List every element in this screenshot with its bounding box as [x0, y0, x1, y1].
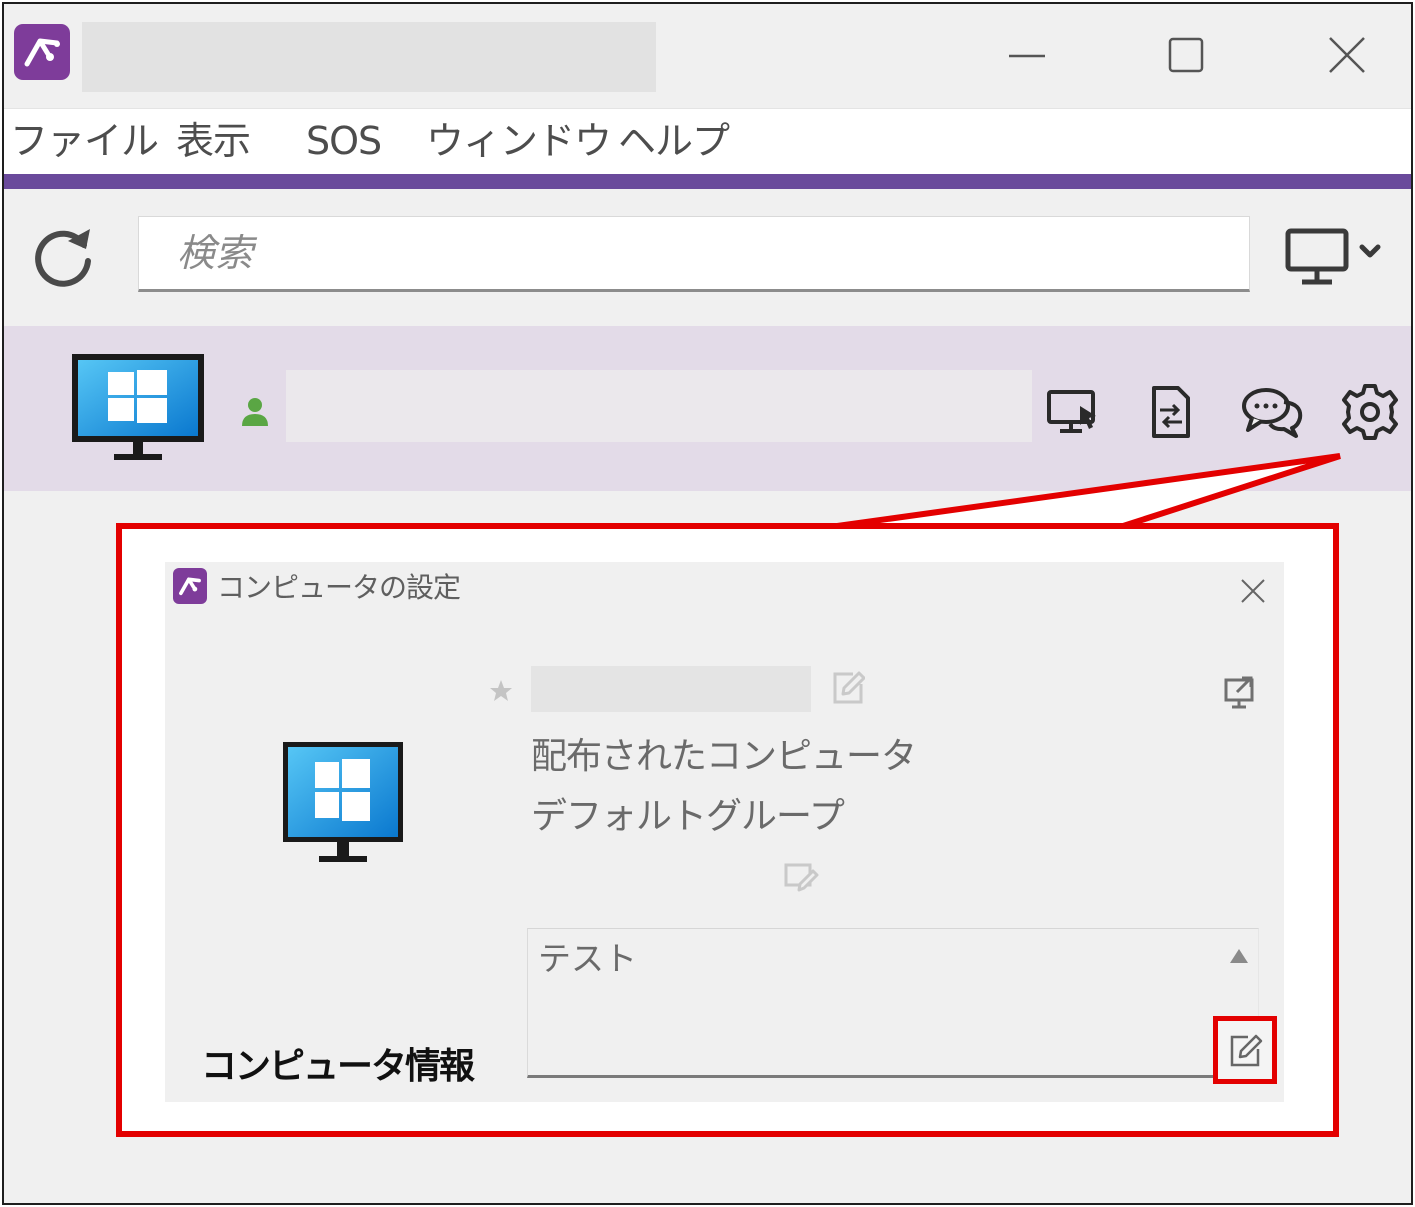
splashtop-icon — [173, 568, 207, 604]
edit-name-icon[interactable] — [831, 670, 866, 710]
computer-info-heading: コンピュータ情報 — [201, 1046, 475, 1087]
edit-info-icon — [1230, 1034, 1263, 1067]
computer-settings-dialog: コンピュータの設定 配布されたコンピュータ デフォルトグループ テスト コンピュ… — [165, 562, 1284, 1102]
remote-open-icon[interactable] — [1223, 674, 1257, 714]
edit-group-icon[interactable] — [783, 862, 819, 898]
notes-text: テスト — [538, 939, 637, 978]
dialog-title: コンピュータの設定 — [217, 571, 461, 604]
deployment-type-label: 配布されたコンピュータ — [531, 736, 917, 777]
dialog-body: 配布されたコンピュータ デフォルトグループ テスト コンピュータ情報 — [165, 626, 1284, 1102]
dialog-title-bar: コンピュータの設定 — [165, 562, 1284, 626]
dialog-close-button[interactable] — [1236, 574, 1270, 608]
windows-monitor-icon — [281, 740, 405, 874]
edit-info-button[interactable] — [1213, 1016, 1277, 1084]
notes-field[interactable]: テスト — [527, 928, 1259, 1078]
favorite-star-icon[interactable] — [488, 678, 514, 708]
group-label: デフォルトグループ — [531, 796, 845, 837]
dialog-computer-name-redacted — [531, 666, 811, 712]
close-icon — [1241, 579, 1265, 603]
scroll-up-icon[interactable] — [1226, 943, 1252, 969]
